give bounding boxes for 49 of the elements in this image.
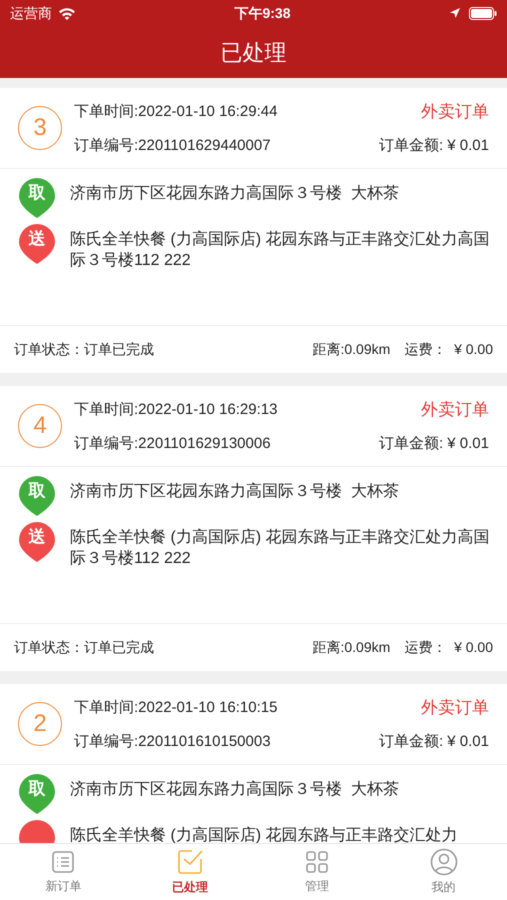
order-time: 下单时间:2022-01-10 16:29:13	[74, 400, 278, 420]
order-time: 下单时间:2022-01-10 16:10:15	[74, 698, 278, 718]
grid-icon	[304, 849, 330, 875]
order-type: 外卖订单	[421, 697, 489, 719]
order-status: 订单状态：订单已完成	[14, 340, 154, 359]
order-status: 订单状态：订单已完成	[14, 638, 154, 657]
tab-item[interactable]: 管理	[254, 844, 380, 900]
check-square-icon	[176, 848, 204, 876]
order-id: 订单编号:2201101629130006	[74, 434, 271, 454]
order-amount: 订单金额: ¥ 0.01	[378, 136, 489, 156]
address-text: 陈氏全羊快餐 (力高国际店) 花园东路与正丰路交汇处力高国际３号楼112 222	[70, 528, 491, 569]
user-icon	[430, 848, 458, 876]
order-id: 订单编号:2201101629440007	[74, 136, 271, 156]
order-amount: 订单金额: ¥ 0.01	[378, 434, 489, 454]
order-number: 2	[18, 702, 62, 746]
pickup-pin: 取	[18, 177, 56, 219]
clock-time: 下午9:38	[234, 4, 291, 22]
pickup-pin: 取	[18, 773, 56, 815]
order-card[interactable]: 4 下单时间:2022-01-10 16:29:13 外卖订单 订单编号:2201101629130006 订单金额: ¥ 0.01 取 济南市历下区花园东路力高国际３号楼 大杯茶 送 陈氏全羊快餐 (力高国际店) 花园东路与正丰路交汇处力高国际３号楼112 222 订单状态：订单已完成 距离:0.09km 运费： ¥ 0.00	[0, 386, 507, 671]
order-number: 4	[18, 404, 62, 448]
delivery-fee: 运费： ¥ 0.00	[404, 340, 493, 359]
distance-text: 距离:0.09km	[312, 340, 390, 359]
delivery-fee: 运费： ¥ 0.00	[404, 638, 493, 657]
list-icon	[50, 849, 76, 875]
pickup-pin: 取	[18, 475, 56, 517]
address-text: 济南市历下区花园东路力高国际３号楼 大杯茶	[70, 482, 399, 502]
location-arrow-icon	[449, 7, 461, 19]
tab-item[interactable]: 已处理	[126, 844, 254, 900]
address-text: 济南市历下区花园东路力高国际３号楼 大杯茶	[70, 780, 399, 800]
page-title: 已处理	[220, 38, 286, 66]
carrier-name: 运营商	[10, 4, 52, 22]
delivery-pin: 送	[18, 521, 56, 563]
battery-icon	[469, 6, 497, 20]
tab-item[interactable]: 新订单	[0, 844, 127, 900]
tab-item[interactable]: 我的	[380, 844, 507, 900]
order-amount: 订单金额: ¥ 0.01	[378, 732, 489, 752]
address-text: 陈氏全羊快餐 (力高国际店) 花园东路与正丰路交汇处力高国际３号楼112 222	[70, 230, 491, 271]
order-number: 3	[18, 106, 62, 150]
wifi-icon	[58, 6, 76, 20]
address-text: 济南市历下区花园东路力高国际３号楼 大杯茶	[70, 184, 399, 204]
order-time: 下单时间:2022-01-10 16:29:44	[74, 102, 278, 122]
order-card[interactable]: 3 下单时间:2022-01-10 16:29:44 外卖订单 订单编号:2201101629440007 订单金额: ¥ 0.01 取 济南市历下区花园东路力高国际３号楼 大杯茶 送 陈氏全羊快餐 (力高国际店) 花园东路与正丰路交汇处力高国际３号楼112 222 订单状态：订单已完成 距离:0.09km 运费： ¥ 0.00	[0, 88, 507, 373]
order-type: 外卖订单	[421, 101, 489, 123]
order-id: 订单编号:2201101610150003	[74, 732, 271, 752]
delivery-pin: 送	[18, 223, 56, 265]
order-type: 外卖订单	[421, 399, 489, 421]
order-card[interactable]: 2 下单时间:2022-01-10 16:10:15 外卖订单 订单编号:2201101610150003 订单金额: ¥ 0.01 取 济南市历下区花园东路力高国际３号楼 大杯茶 陈氏全羊快餐 (力高国际店) 花园东路与正丰路交汇处力	[0, 684, 507, 843]
address-text: 陈氏全羊快餐 (力高国际店) 花园东路与正丰路交汇处力	[70, 826, 458, 843]
distance-text: 距离:0.09km	[312, 638, 390, 657]
